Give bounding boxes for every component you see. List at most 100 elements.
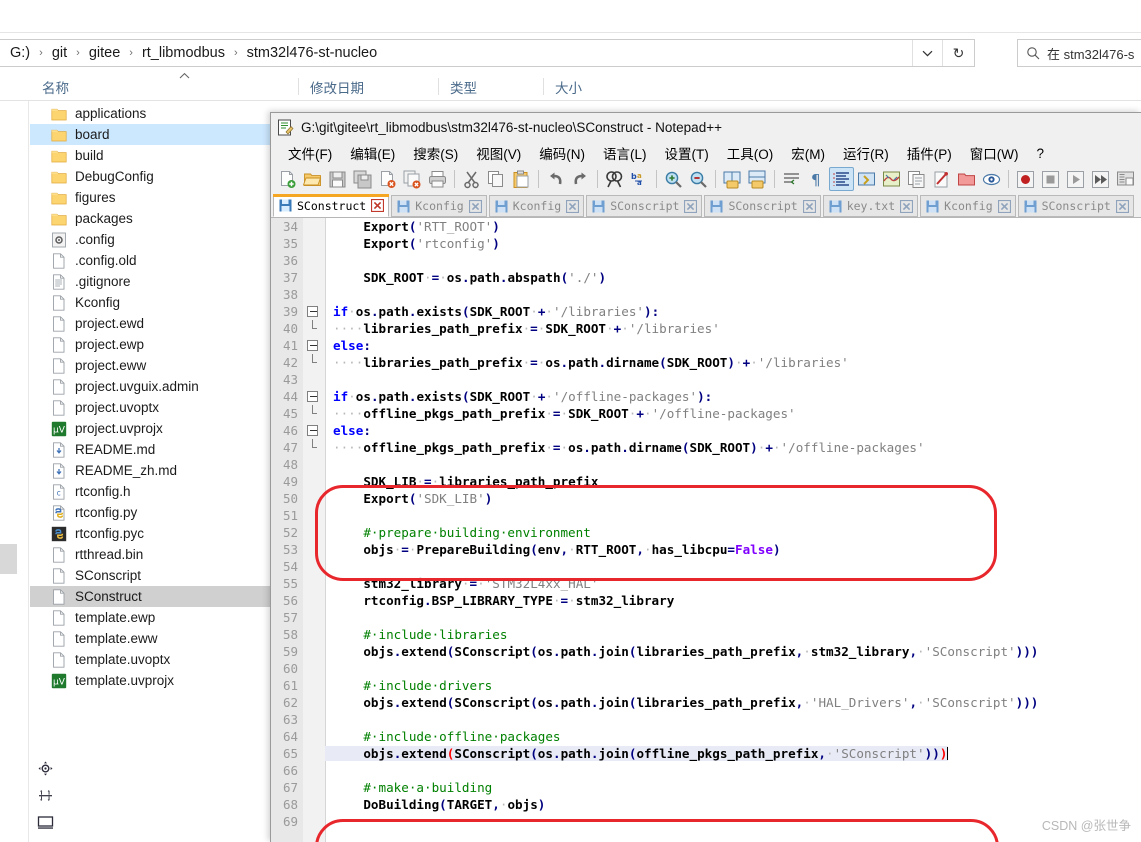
- code-line[interactable]: 41 else:: [271, 337, 1141, 354]
- menu-item[interactable]: 宏(M): [782, 143, 834, 163]
- menu-item[interactable]: 插件(P): [898, 143, 961, 163]
- list-item[interactable]: README_zh.md: [30, 460, 270, 481]
- function-list-icon[interactable]: [904, 167, 929, 191]
- code-line[interactable]: 65 objs.extend(SConscript(os.path.join(o…: [271, 745, 1141, 762]
- word-wrap-icon[interactable]: [779, 167, 804, 191]
- monitor-icon[interactable]: [30, 809, 60, 836]
- redo-icon[interactable]: [568, 167, 593, 191]
- code-line[interactable]: 59 objs.extend(SConscript(os.path.join(l…: [271, 643, 1141, 660]
- cut-icon[interactable]: [459, 167, 484, 191]
- close-file-icon[interactable]: [375, 167, 400, 191]
- code-line[interactable]: 64 #·include·offline·packages: [271, 728, 1141, 745]
- breadcrumb-item[interactable]: rt_libmodbus: [138, 45, 229, 61]
- close-icon[interactable]: [468, 199, 482, 213]
- list-item[interactable]: project.uvguix.admin: [30, 376, 270, 397]
- open-file-icon[interactable]: [300, 167, 325, 191]
- close-icon[interactable]: [900, 199, 914, 213]
- menu-item[interactable]: 设置(T): [656, 143, 718, 163]
- zoom-in-icon[interactable]: [661, 167, 686, 191]
- code-line[interactable]: 43: [271, 371, 1141, 388]
- list-item[interactable]: μV project.uvprojx: [30, 418, 270, 439]
- close-icon[interactable]: [1115, 199, 1129, 213]
- close-icon[interactable]: [566, 199, 580, 213]
- code-line[interactable]: 68 DoBuilding(TARGET,·objs): [271, 796, 1141, 813]
- breadcrumb-item[interactable]: stm32l476-st-nucleo: [243, 45, 382, 61]
- fold-collapse-icon[interactable]: [303, 388, 325, 405]
- list-item[interactable]: rtthread.bin: [30, 544, 270, 565]
- list-item[interactable]: SConscript: [30, 565, 270, 586]
- code-line[interactable]: 46 else:: [271, 422, 1141, 439]
- menu-item[interactable]: 语言(L): [594, 143, 656, 163]
- menu-item[interactable]: 工具(O): [718, 143, 783, 163]
- list-item[interactable]: project.eww: [30, 355, 270, 376]
- code-line[interactable]: 36: [271, 252, 1141, 269]
- editor-tab[interactable]: Kconfig: [488, 195, 585, 217]
- breadcrumb-item[interactable]: G:): [6, 45, 34, 61]
- code-line[interactable]: 67 #·make·a·building: [271, 779, 1141, 796]
- paste-icon[interactable]: [509, 167, 534, 191]
- fold-collapse-icon[interactable]: [303, 303, 325, 320]
- show-indent-guide-icon[interactable]: [829, 167, 854, 191]
- code-line[interactable]: 47 ····offline_pkgs_path_prefix·=·os.path…: [271, 439, 1141, 456]
- new-file-icon[interactable]: [275, 167, 300, 191]
- list-item[interactable]: board: [30, 124, 270, 145]
- editor-tab[interactable]: key.txt: [822, 195, 919, 217]
- code-line[interactable]: 52 #·prepare·building·environment: [271, 524, 1141, 541]
- user-defined-language-icon[interactable]: [854, 167, 879, 191]
- code-line[interactable]: 56 rtconfig.BSP_LIBRARY_TYPE·=·stm32_lib…: [271, 592, 1141, 609]
- code-lines[interactable]: 34 Export('RTT_ROOT') 35 Export('rtconfig…: [271, 218, 1141, 842]
- code-line[interactable]: 62 objs.extend(SConscript(os.path.join(l…: [271, 694, 1141, 711]
- code-line[interactable]: 40 ····libraries_path_prefix·=·SDK_ROOT·+…: [271, 320, 1141, 337]
- list-item[interactable]: project.ewd: [30, 313, 270, 334]
- column-header-3[interactable]: 类型: [438, 73, 543, 100]
- menu-item[interactable]: 视图(V): [467, 143, 530, 163]
- code-line[interactable]: 35 Export('rtconfig'): [271, 235, 1141, 252]
- list-item[interactable]: rtconfig.pyc: [30, 523, 270, 544]
- code-line[interactable]: 42 ····libraries_path_prefix·=·os.path.di…: [271, 354, 1141, 371]
- play-macro-icon[interactable]: [1063, 167, 1088, 191]
- list-item[interactable]: .config: [30, 229, 270, 250]
- save-icon[interactable]: [325, 167, 350, 191]
- editor-tab[interactable]: SConscript: [586, 195, 703, 217]
- code-line[interactable]: 48: [271, 456, 1141, 473]
- code-line[interactable]: 37 SDK_ROOT·=·os.path.abspath('./'): [271, 269, 1141, 286]
- code-line[interactable]: 44 if·os.path.exists(SDK_ROOT·+·'/offline…: [271, 388, 1141, 405]
- record-macro-icon[interactable]: [1013, 167, 1038, 191]
- list-item[interactable]: project.uvoptx: [30, 397, 270, 418]
- editor-tab[interactable]: Kconfig: [391, 195, 487, 217]
- menu-item[interactable]: 文件(F): [279, 143, 341, 163]
- stop-macro-icon[interactable]: [1038, 167, 1063, 191]
- folder-as-workspace-icon[interactable]: [954, 167, 979, 191]
- fold-collapse-icon[interactable]: [303, 422, 325, 439]
- code-line[interactable]: 58 #·include·libraries: [271, 626, 1141, 643]
- zoom-out-icon[interactable]: [686, 167, 711, 191]
- menu-item[interactable]: 编辑(E): [341, 143, 404, 163]
- code-line[interactable]: 61 #·include·drivers: [271, 677, 1141, 694]
- target-pin-icon[interactable]: [30, 755, 60, 782]
- find-icon[interactable]: [602, 167, 627, 191]
- menu-item[interactable]: 窗口(W): [961, 143, 1028, 163]
- code-line[interactable]: 55 stm32_library·=·'STM32L4xx_HAL': [271, 575, 1141, 592]
- code-line[interactable]: 53 objs·=·PrepareBuilding(env,·RTT_ROOT,…: [271, 541, 1141, 558]
- run-macro-multiple-icon[interactable]: [1088, 167, 1113, 191]
- list-item[interactable]: .config.old: [30, 250, 270, 271]
- code-line[interactable]: 63: [271, 711, 1141, 728]
- code-line[interactable]: 34 Export('RTT_ROOT'): [271, 218, 1141, 235]
- breadcrumb-item[interactable]: gitee: [85, 45, 124, 61]
- refresh-icon[interactable]: ↻: [942, 40, 974, 66]
- list-item[interactable]: packages: [30, 208, 270, 229]
- chevron-down-icon[interactable]: [912, 40, 942, 66]
- close-icon[interactable]: [997, 199, 1011, 213]
- column-divider[interactable]: [543, 78, 544, 95]
- code-line[interactable]: 45 ····offline_pkgs_path_prefix·=·SDK_ROO…: [271, 405, 1141, 422]
- list-item[interactable]: rtconfig.py: [30, 502, 270, 523]
- list-item[interactable]: c rtconfig.h: [30, 481, 270, 502]
- list-item[interactable]: template.ewp: [30, 607, 270, 628]
- column-header-1[interactable]: 名称: [30, 73, 298, 100]
- editor-tab[interactable]: Kconfig: [920, 195, 1016, 217]
- menu-item[interactable]: 编码(N): [530, 143, 594, 163]
- close-icon[interactable]: [371, 198, 385, 213]
- sync-horizontal-scroll-icon[interactable]: [745, 167, 770, 191]
- code-line[interactable]: 60: [271, 660, 1141, 677]
- column-divider[interactable]: [298, 78, 299, 95]
